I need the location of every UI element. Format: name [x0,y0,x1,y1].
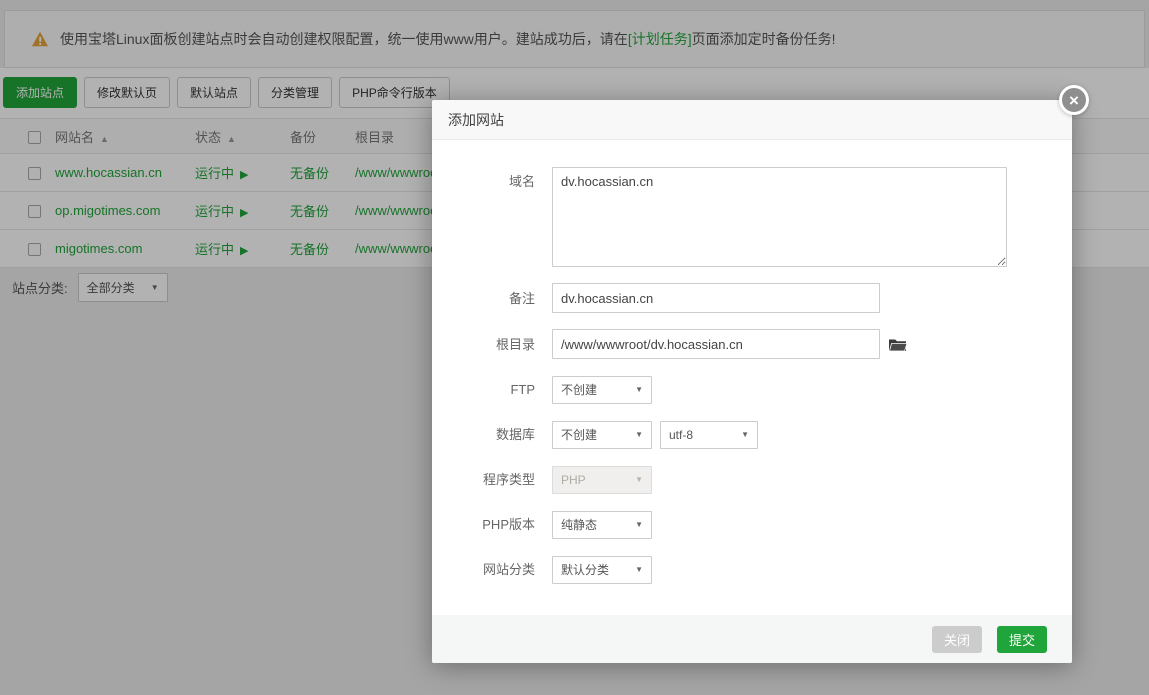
chevron-down-icon: ▼ [635,475,643,484]
charset-select-value: utf-8 [669,428,693,442]
program-type-label: 程序类型 [432,465,552,494]
form-row-root: 根目录 [432,329,1072,359]
program-type-select: PHP ▼ [552,466,652,494]
modal-header: 添加网站 [432,100,1072,140]
php-version-label: PHP版本 [432,510,552,539]
form-row-note: 备注 [432,283,1072,313]
form-row-domain: 域名 dv.hocassian.cn [432,167,1072,267]
database-select-value: 不创建 [561,426,597,443]
form-row-database: 数据库 不创建 ▼ utf-8 ▼ [432,420,1072,449]
folder-icon[interactable] [889,337,907,352]
ftp-label: FTP [432,375,552,404]
site-category-value: 默认分类 [561,561,609,578]
php-version-select[interactable]: 纯静态 ▼ [552,511,652,539]
note-label: 备注 [432,284,552,313]
php-version-value: 纯静态 [561,516,597,533]
ftp-select[interactable]: 不创建 ▼ [552,376,652,404]
form-row-site-category: 网站分类 默认分类 ▼ [432,555,1072,584]
root-dir-input[interactable] [552,329,880,359]
form-row-ftp: FTP 不创建 ▼ [432,375,1072,404]
program-type-value: PHP [561,473,586,487]
add-website-modal: × 添加网站 域名 dv.hocassian.cn 备注 根目录 FTP [432,100,1072,663]
chevron-down-icon: ▼ [741,430,749,439]
form-row-program-type: 程序类型 PHP ▼ [432,465,1072,494]
modal-footer: 关闭 提交 [432,615,1072,663]
modal-body: 域名 dv.hocassian.cn 备注 根目录 FTP 不创建 ▼ [432,140,1072,584]
site-category-select[interactable]: 默认分类 ▼ [552,556,652,584]
modal-title: 添加网站 [448,110,504,130]
form-row-php-version: PHP版本 纯静态 ▼ [432,510,1072,539]
database-select[interactable]: 不创建 ▼ [552,421,652,449]
chevron-down-icon: ▼ [635,565,643,574]
charset-select[interactable]: utf-8 ▼ [660,421,758,449]
ftp-select-value: 不创建 [561,381,597,398]
domain-textarea[interactable]: dv.hocassian.cn [552,167,1007,267]
domain-label: 域名 [432,167,552,196]
database-label: 数据库 [432,420,552,449]
chevron-down-icon: ▼ [635,385,643,394]
close-button[interactable]: 关闭 [932,626,982,653]
site-category-label: 网站分类 [432,555,552,584]
root-dir-label: 根目录 [432,330,552,359]
chevron-down-icon: ▼ [635,430,643,439]
close-icon[interactable]: × [1059,85,1089,115]
note-input[interactable] [552,283,880,313]
submit-button[interactable]: 提交 [997,626,1047,653]
chevron-down-icon: ▼ [635,520,643,529]
